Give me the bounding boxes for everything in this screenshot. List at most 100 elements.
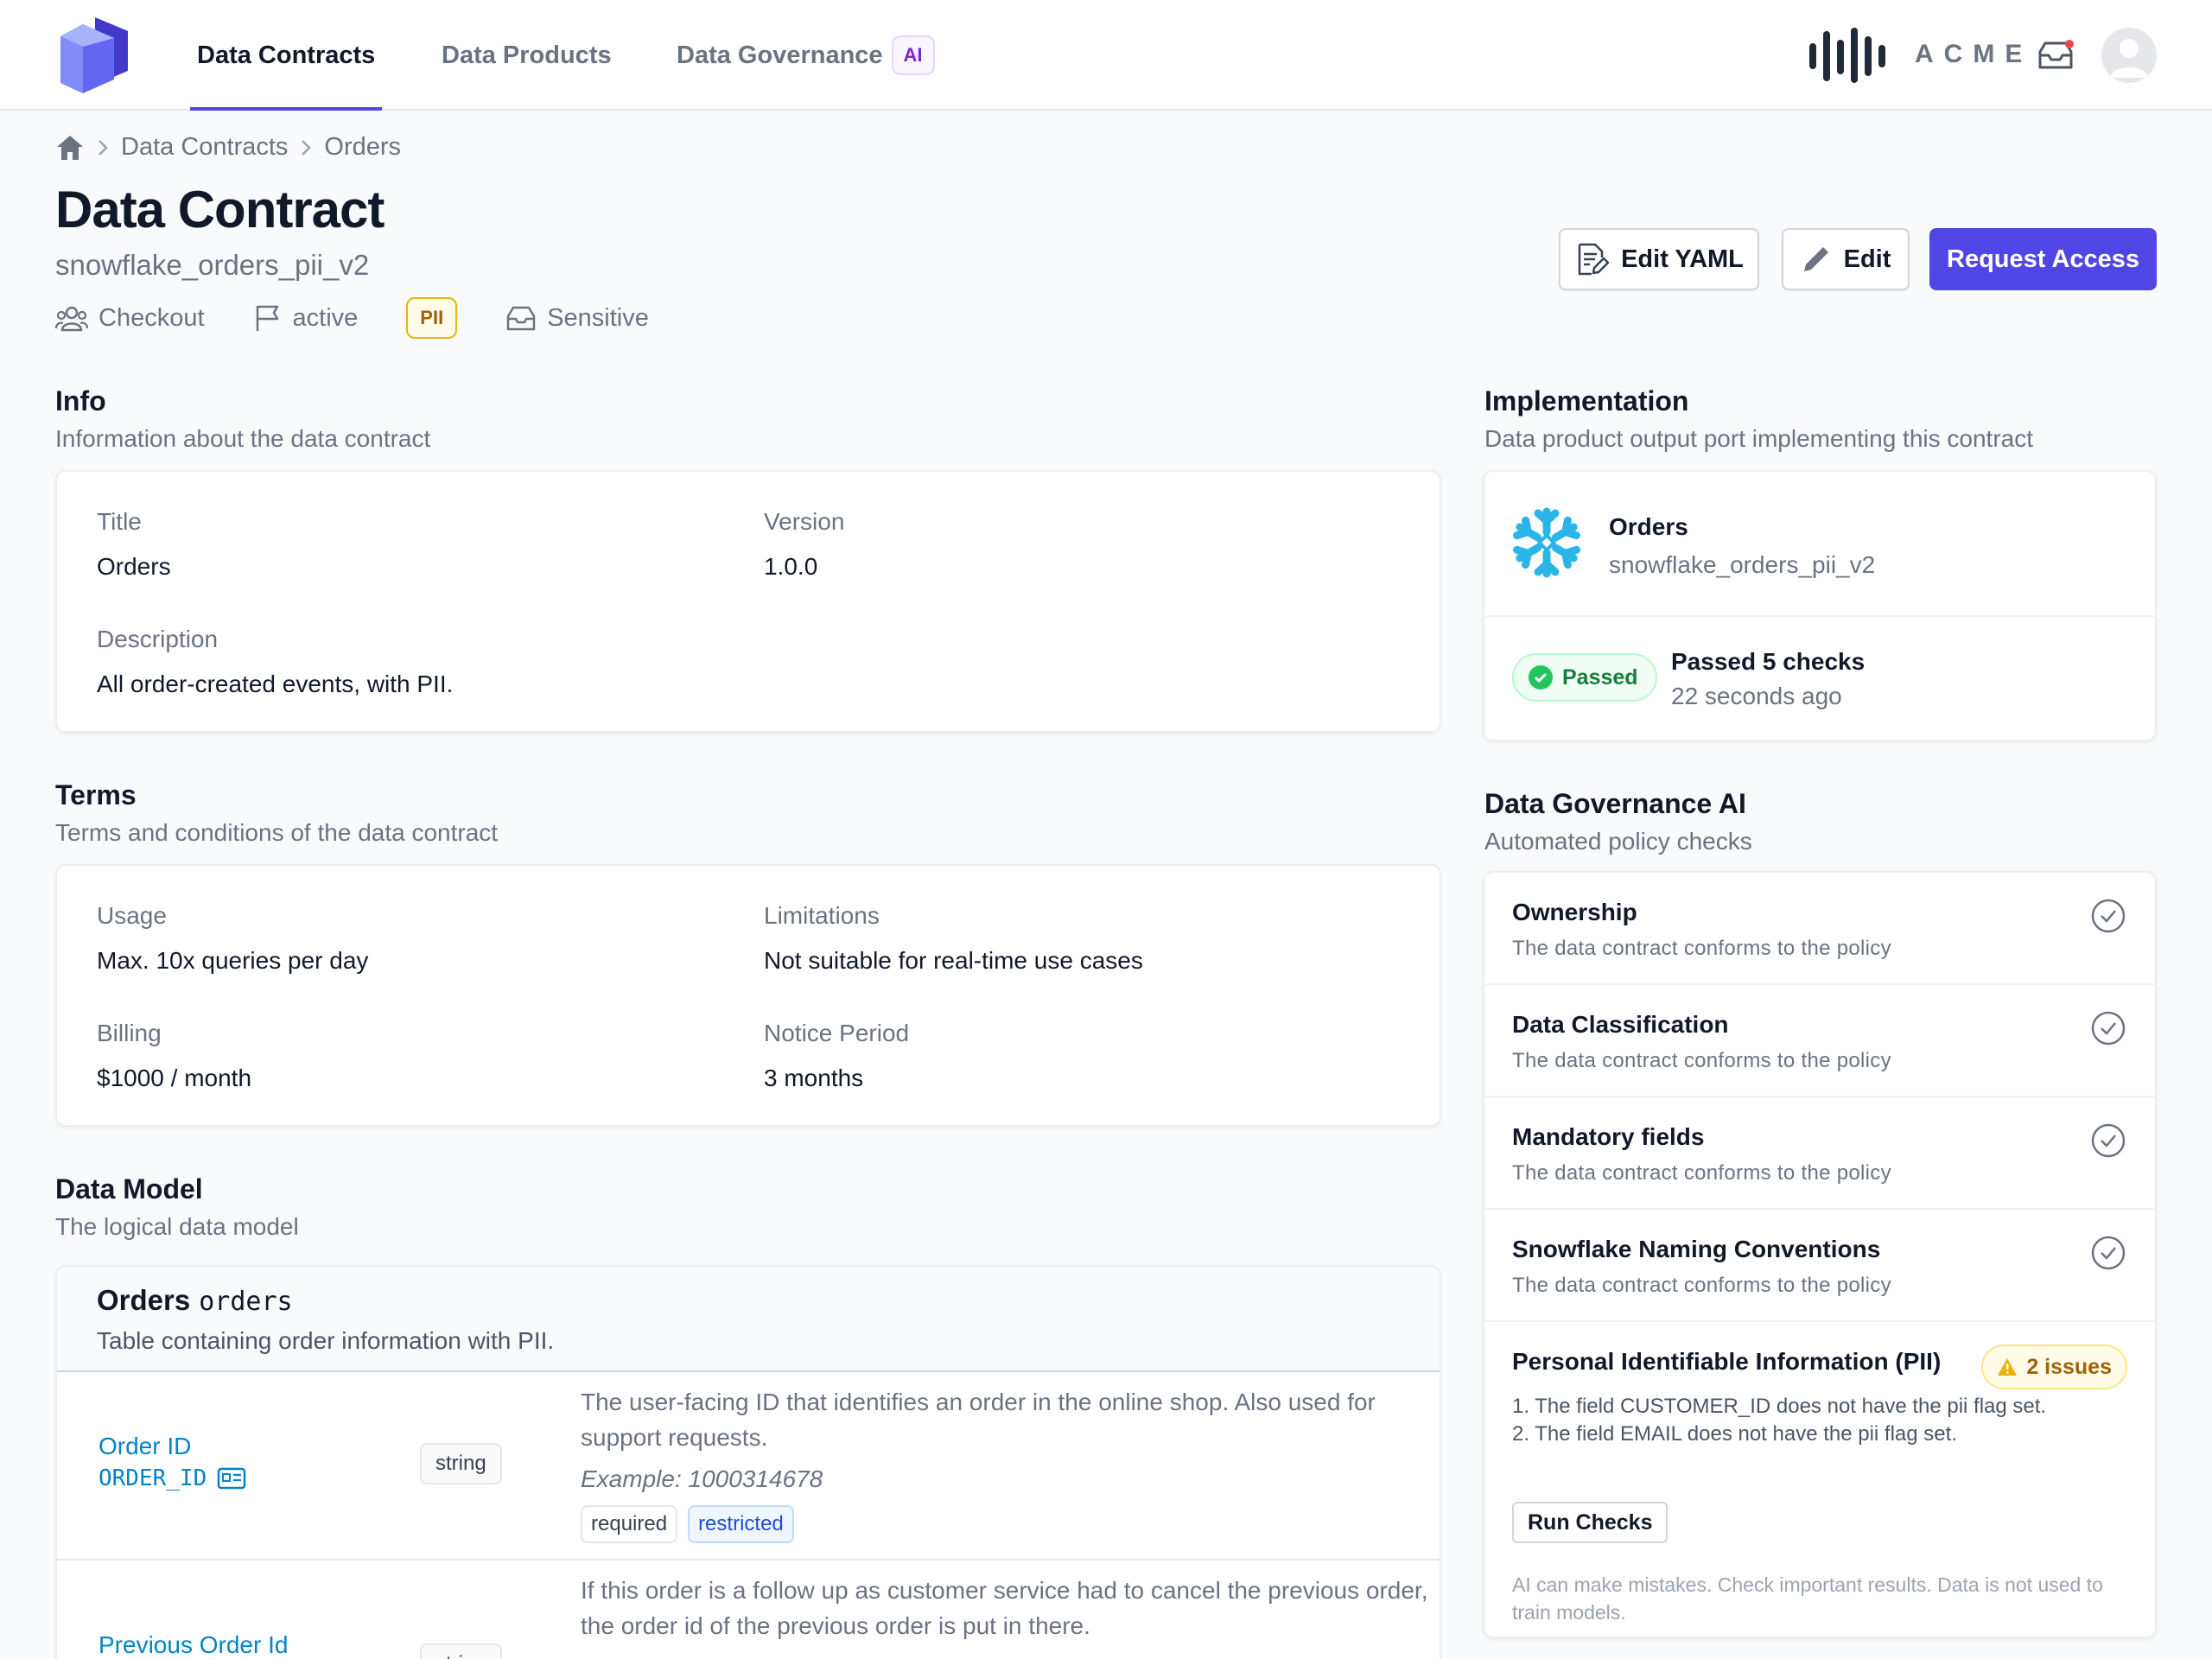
description-field: Description All order-created events, wi… [97,626,453,698]
field-value: $1000 / month [97,1065,252,1091]
edit-button[interactable]: Edit [1782,228,1910,290]
checks-summary: Passed 5 checks [1671,648,1866,675]
policy-name: Snowflake Naming Conventions [1512,1236,1881,1262]
check-circle-icon [2091,1236,2126,1270]
issue-item: 2. The field EMAIL does not have the pii… [1512,1422,1957,1446]
user-icon [2110,39,2148,78]
breadcrumb-data-contracts[interactable]: Data Contracts [121,133,288,162]
policy-result: The data contract conforms to the policy [1512,1274,1891,1297]
breadcrumb: Data Contracts Orders [55,133,401,162]
field-label: Notice Period [764,1020,910,1046]
check-circle-icon [2091,899,2126,933]
version-field: Version 1.0.0 [764,508,844,581]
edit-yaml-button[interactable]: Edit YAML [1559,228,1759,290]
tab-label: Data Governance [677,41,883,69]
status-text: active [292,303,359,332]
policy-name: Mandatory fields [1512,1123,1705,1150]
policy-name: Personal Identifiable Information (PII) [1512,1348,1942,1375]
field-label: Usage [97,902,167,929]
policy-snowflake-naming[interactable]: Snowflake Naming Conventions The data co… [1484,1210,2155,1322]
field-example: Example: 1000314678 [581,1465,823,1492]
check-circle-icon [2091,1011,2126,1046]
field-label: Description [97,626,219,652]
app-logo[interactable] [60,17,131,93]
policy-result: The data contract conforms to the policy [1512,937,1891,960]
governance-section-title: Data Governance AI [1484,788,1746,819]
info-section-description: Information about the data contract [55,425,431,452]
governance-section-description: Automated policy checks [1484,828,1752,855]
inbox-icon[interactable] [2037,40,2075,71]
field-type-badge: string [420,1443,502,1484]
field-value: 3 months [764,1065,864,1091]
model-title-row: Orders orders [97,1284,293,1317]
policy-data-classification[interactable]: Data Classification The data contract co… [1484,985,2155,1097]
request-access-button[interactable]: Request Access [1929,228,2157,290]
implementation-card[interactable]: Orders snowflake_orders_pii_v2 Passed Pa… [1483,470,2157,741]
model-description: Table containing order information with … [97,1327,555,1354]
chevron-right-icon [99,139,108,156]
flag-icon [256,305,278,331]
button-label: Request Access [1947,245,2139,273]
required-tag: required [581,1505,678,1543]
policy-mandatory-fields[interactable]: Mandatory fields The data contract confo… [1484,1097,2155,1210]
terms-section-title: Terms [55,779,137,810]
user-avatar[interactable] [2101,28,2157,83]
contract-id: snowflake_orders_pii_v2 [55,249,370,281]
tab-label: Data Products [442,41,612,69]
policy-pii: Personal Identifiable Information (PII) … [1484,1322,2155,1637]
data-model-card: Orders orders Table containing order inf… [55,1265,1441,1659]
check-circle-icon [2091,1123,2126,1158]
team-name: Checkout [99,303,205,332]
policy-result: The data contract conforms to the policy [1512,1161,1891,1185]
notice-period-field: Notice Period 3 months [764,1020,909,1092]
policy-ownership[interactable]: Ownership The data contract conforms to … [1484,873,2155,985]
sensitivity-text: Sensitive [547,303,649,332]
button-label: Edit [1843,245,1891,273]
field-description: The user-facing ID that identifies an or… [581,1389,1376,1451]
restricted-tag: restricted [688,1505,794,1543]
table-row[interactable]: Previous Order Id string If this order i… [57,1560,1440,1659]
field-label: Title [97,508,142,535]
issues-badge[interactable]: 2 issues [1981,1344,2127,1389]
output-port-row[interactable]: Orders snowflake_orders_pii_v2 [1484,472,2155,617]
checks-timestamp: 22 seconds ago [1671,683,1842,709]
model-physical-name: orders [199,1287,293,1317]
policy-name: Data Classification [1512,1011,1729,1038]
model-table-header: Orders orders Table containing order inf… [57,1267,1440,1372]
page-title: Data Contract [55,181,385,238]
top-navigation-bar: Data Contracts Data Products Data Govern… [0,0,2212,111]
field-value: Not suitable for real-time use cases [764,947,1143,974]
output-port-name: Orders [1609,513,1688,540]
sensitivity-meta: Sensitive [505,304,649,333]
home-icon[interactable] [55,134,85,162]
document-edit-icon [1578,243,1610,276]
status-meta: active [253,303,359,333]
billing-field: Billing $1000 / month [97,1020,251,1092]
usage-field: Usage Max. 10x queries per day [97,902,368,975]
button-label: Edit YAML [1621,245,1744,273]
tab-data-products[interactable]: Data Products [442,0,612,111]
chevron-right-icon [302,139,312,156]
field-physical-name[interactable]: ORDER_ID [99,1465,246,1491]
tab-data-governance[interactable]: Data Governance AI [677,0,935,111]
data-model-section-title: Data Model [55,1173,203,1205]
breadcrumb-orders[interactable]: Orders [324,133,401,162]
table-row[interactable]: Order ID ORDER_ID string The user-facing… [57,1372,1440,1560]
field-title[interactable]: Previous Order Id [99,1631,288,1659]
field-title[interactable]: Order ID [99,1433,191,1460]
checks-status-badge: Passed [1512,653,1657,702]
field-name-text: ORDER_ID [99,1465,207,1491]
org-name: ACME [1915,40,2033,68]
data-model-section-description: The logical data model [55,1213,299,1240]
implementation-section-title: Implementation [1484,385,1689,416]
field-value: 1.0.0 [764,553,818,580]
check-circle-icon [1529,665,1553,690]
run-checks-button[interactable]: Run Checks [1512,1502,1669,1543]
model-title: Orders [97,1284,191,1316]
field-type-badge: string [420,1643,502,1659]
field-label: Limitations [764,902,880,929]
tab-data-contracts[interactable]: Data Contracts [189,0,383,111]
ai-disclaimer: AI can make mistakes. Check important re… [1512,1573,2103,1624]
terms-card: Usage Max. 10x queries per day Limitatio… [55,864,1441,1127]
field-description: If this order is a follow up as customer… [581,1577,1428,1639]
